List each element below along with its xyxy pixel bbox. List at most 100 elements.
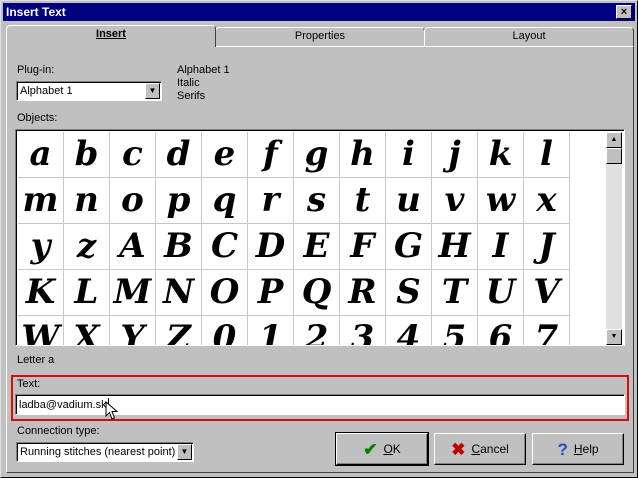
glyph-cell[interactable]: x	[524, 178, 570, 224]
plugin-info-variant: Serifs	[177, 90, 206, 102]
glyph-cell[interactable]: 4	[386, 316, 432, 345]
ok-button-label: OK	[383, 442, 401, 456]
glyph-cell[interactable]: d	[156, 132, 202, 178]
objects-scrollbar[interactable]: ▲ ▼	[606, 132, 622, 345]
scroll-thumb[interactable]	[606, 148, 622, 164]
tab-layout-label: Layout	[512, 30, 546, 42]
scroll-up-icon[interactable]: ▲	[606, 132, 622, 148]
glyph-cell[interactable]: l	[524, 132, 570, 178]
glyph-cell[interactable]: X	[64, 316, 110, 345]
glyph-cell[interactable]: 1	[248, 316, 294, 345]
glyph-cell[interactable]: w	[478, 178, 524, 224]
glyph-cell[interactable]: O	[202, 270, 248, 316]
glyph-cell[interactable]: a	[18, 132, 64, 178]
glyph-cell[interactable]: t	[340, 178, 386, 224]
glyph-cell[interactable]: T	[432, 270, 478, 316]
glyph-cell[interactable]: j	[432, 132, 478, 178]
checkmark-icon: ✔	[363, 439, 378, 459]
plugin-select[interactable]: Alphabet 1 ▼	[16, 81, 162, 101]
glyph-cell[interactable]: W	[18, 316, 64, 345]
connection-type-select[interactable]: Running stitches (nearest point) ▼	[16, 442, 194, 462]
plugin-select-value: Alphabet 1	[20, 85, 73, 97]
glyph-cell[interactable]: h	[340, 132, 386, 178]
glyph-cell[interactable]: G	[386, 224, 432, 270]
glyph-cell[interactable]: p	[156, 178, 202, 224]
glyph-cell[interactable]: J	[524, 224, 570, 270]
glyph-cell[interactable]: S	[386, 270, 432, 316]
glyph-cell[interactable]: U	[478, 270, 524, 316]
title-bar: Insert Text ×	[3, 3, 635, 21]
glyph-cell[interactable]: Y	[110, 316, 156, 345]
glyph-cell[interactable]: v	[432, 178, 478, 224]
glyph-cell[interactable]: 2	[294, 316, 340, 345]
glyph-cell[interactable]: H	[432, 224, 478, 270]
glyph-cell[interactable]: 3	[340, 316, 386, 345]
glyph-cell[interactable]: R	[340, 270, 386, 316]
glyph-cell[interactable]: z	[64, 224, 110, 270]
plugin-label: Plug-in:	[17, 64, 55, 76]
insert-text-dialog: Insert Text × Properties Layout Insert P…	[0, 0, 638, 478]
tab-properties-label: Properties	[294, 30, 346, 42]
help-button-label: Help	[573, 442, 599, 456]
connection-type-value: Running stitches (nearest point)	[20, 446, 176, 458]
cancel-button[interactable]: ✖ Cancel	[434, 433, 526, 465]
mouse-pointer-icon	[105, 401, 119, 420]
close-icon: ×	[620, 6, 628, 18]
glyph-cell[interactable]: f	[248, 132, 294, 178]
glyph-cell[interactable]: V	[524, 270, 570, 316]
objects-list[interactable]: abcdefghijkl mnopqrstuvwx yzABCDEFGHIJ KLMN…	[15, 129, 625, 346]
plugin-info-style: Italic	[177, 77, 200, 89]
glyph-cell[interactable]: P	[248, 270, 294, 316]
glyph-cell[interactable]: M	[110, 270, 156, 316]
tab-insert-label: Insert	[96, 28, 126, 40]
x-icon: ✖	[451, 439, 466, 459]
glyph-cell[interactable]: L	[64, 270, 110, 316]
glyph-cell[interactable]: K	[18, 270, 64, 316]
chevron-down-icon[interactable]: ▼	[177, 444, 192, 460]
glyph-cell[interactable]: u	[386, 178, 432, 224]
question-icon: ?	[557, 439, 568, 459]
connection-type-label: Connection type:	[17, 425, 100, 437]
glyph-cell[interactable]: s	[294, 178, 340, 224]
tab-layout[interactable]: Layout	[424, 27, 634, 46]
tab-properties[interactable]: Properties	[215, 27, 425, 46]
objects-label: Objects:	[17, 112, 58, 124]
chevron-down-icon[interactable]: ▼	[145, 83, 160, 99]
help-button[interactable]: ? Help	[532, 433, 624, 465]
glyph-cell[interactable]: I	[478, 224, 524, 270]
glyph-cell[interactable]: c	[110, 132, 156, 178]
tab-insert[interactable]: Insert	[6, 25, 216, 47]
glyph-cell[interactable]: 5	[432, 316, 478, 345]
selected-object-label: Letter a	[17, 354, 55, 366]
glyph-cell[interactable]: q	[202, 178, 248, 224]
glyph-cell[interactable]: e	[202, 132, 248, 178]
glyph-cell[interactable]: m	[18, 178, 64, 224]
glyph-cell[interactable]: i	[386, 132, 432, 178]
ok-button[interactable]: ✔ OK	[335, 432, 429, 466]
glyph-cell[interactable]: b	[64, 132, 110, 178]
glyph-grid: abcdefghijkl mnopqrstuvwx yzABCDEFGHIJ KLMN…	[18, 132, 606, 345]
glyph-cell[interactable]: A	[110, 224, 156, 270]
glyph-cell[interactable]: F	[340, 224, 386, 270]
text-input-value: ladba@vadium.sk	[19, 399, 107, 411]
glyph-cell[interactable]: E	[294, 224, 340, 270]
glyph-cell[interactable]: Q	[294, 270, 340, 316]
glyph-cell[interactable]: 0	[202, 316, 248, 345]
glyph-cell[interactable]: r	[248, 178, 294, 224]
glyph-cell[interactable]: n	[64, 178, 110, 224]
glyph-cell[interactable]: Z	[156, 316, 202, 345]
glyph-cell[interactable]: B	[156, 224, 202, 270]
glyph-cell[interactable]: g	[294, 132, 340, 178]
text-label: Text:	[17, 378, 41, 390]
close-button[interactable]: ×	[616, 5, 632, 19]
scroll-down-icon[interactable]: ▼	[606, 329, 622, 345]
glyph-cell[interactable]: y	[18, 224, 64, 270]
glyph-cell[interactable]: 6	[478, 316, 524, 345]
window-title: Insert Text	[6, 5, 66, 19]
glyph-cell[interactable]: N	[156, 270, 202, 316]
glyph-cell[interactable]: 7	[524, 316, 570, 345]
glyph-cell[interactable]: k	[478, 132, 524, 178]
glyph-cell[interactable]: C	[202, 224, 248, 270]
glyph-cell[interactable]: o	[110, 178, 156, 224]
glyph-cell[interactable]: D	[248, 224, 294, 270]
